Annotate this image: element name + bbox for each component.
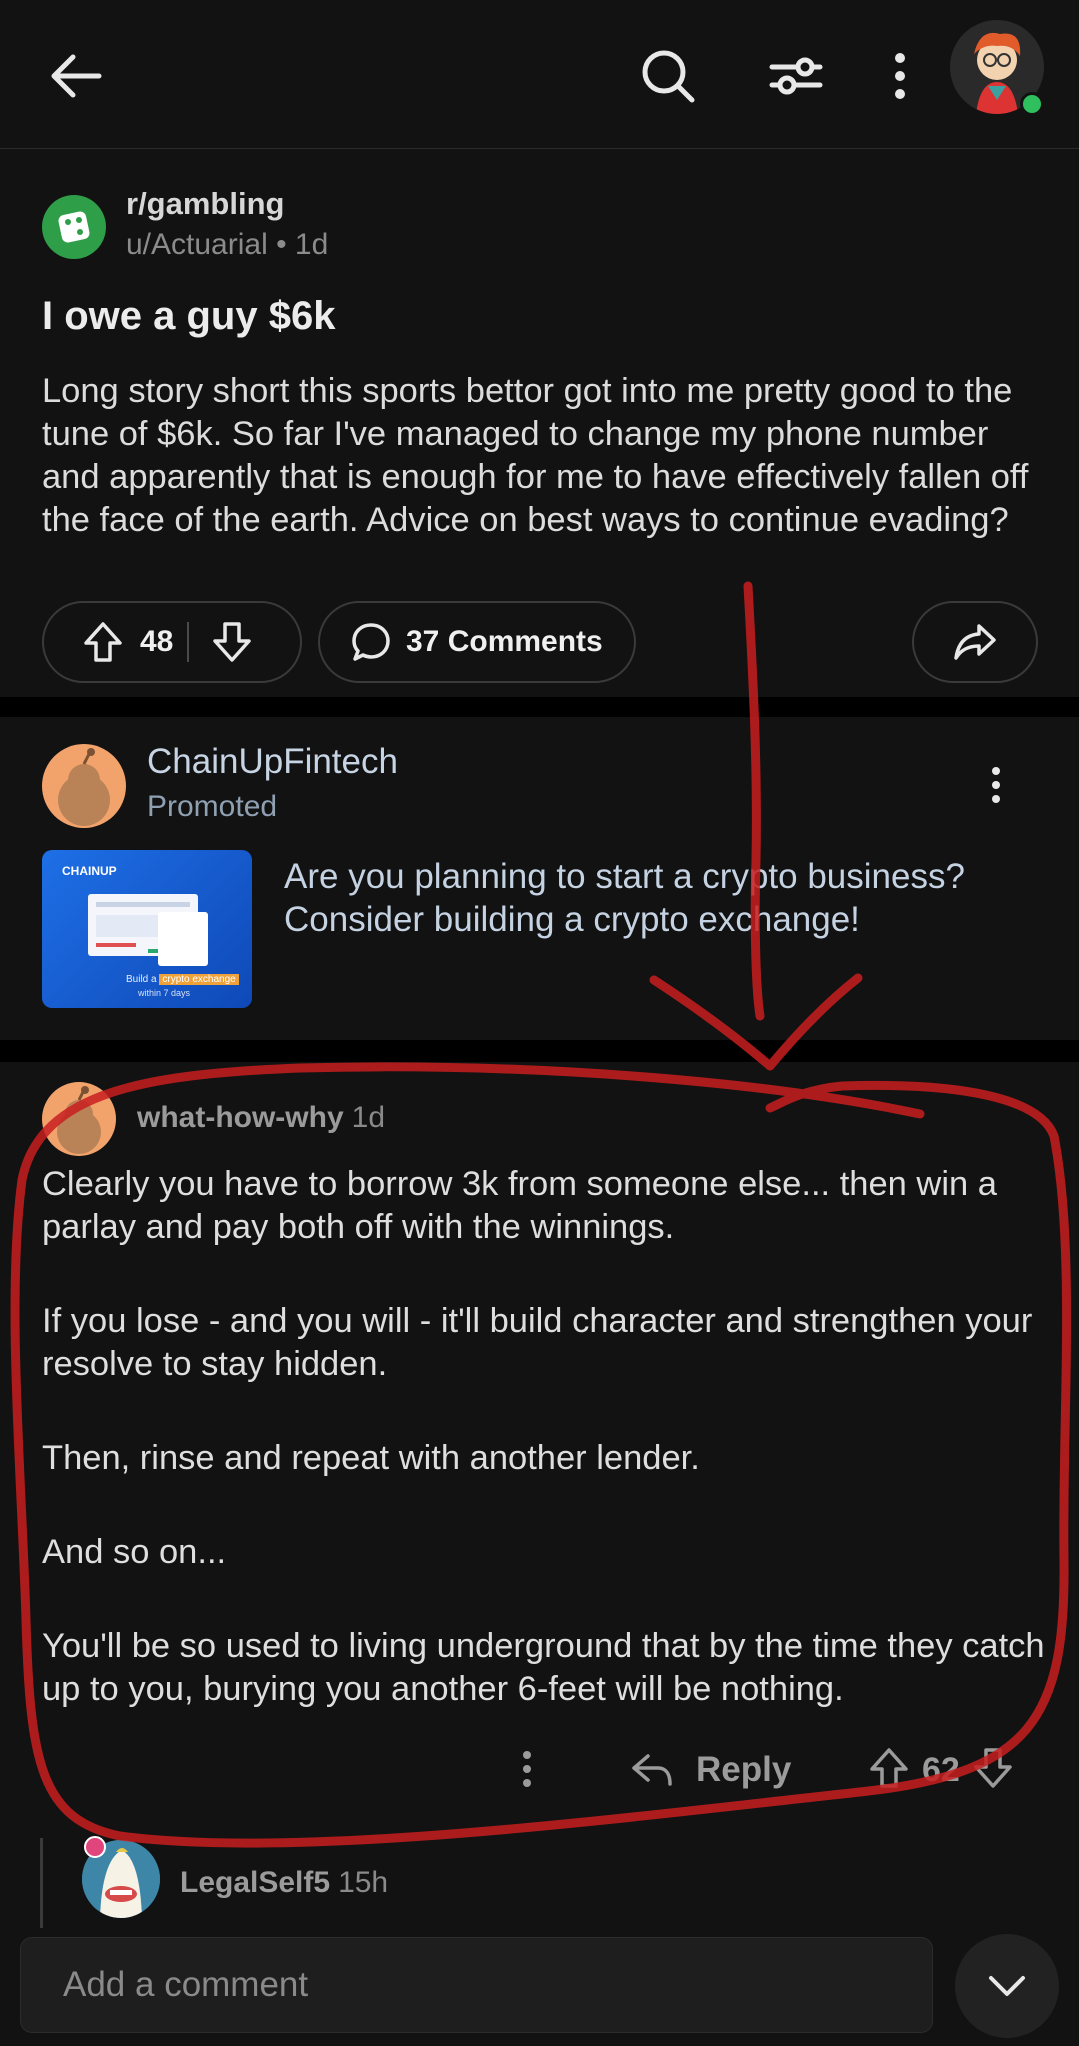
chevron-down-icon: [989, 1976, 1025, 1996]
post-title: I owe a guy $6k: [42, 294, 336, 338]
comment-body: Clearly you have to borrow 3k from someo…: [42, 1163, 1052, 1762]
share-icon: [954, 624, 996, 660]
comments-button[interactable]: 37 Comments: [318, 601, 636, 683]
top-bar: [0, 0, 1079, 149]
ad-thumb-panel: [158, 912, 208, 966]
section-divider: [0, 1040, 1079, 1062]
reply-author: LegalSelf5 15h: [180, 1866, 388, 1900]
post-upvote-button[interactable]: [72, 621, 134, 663]
ad-promoted-label: Promoted: [147, 790, 278, 823]
post-downvote-button[interactable]: [201, 621, 263, 663]
ad-avatar[interactable]: [42, 744, 126, 828]
snoo-avatar-icon: [58, 748, 110, 826]
comment-reply-button[interactable]: Reply: [630, 1740, 791, 1800]
ad-thumbnail[interactable]: CHAINUP Build a crypto exchange within 7…: [42, 850, 252, 1008]
comments-count-label: 37 Comments: [406, 625, 603, 658]
dice-icon: [58, 211, 90, 243]
share-button[interactable]: [912, 601, 1038, 683]
ad-thumb-caption-2: within 7 days: [138, 988, 191, 998]
more-vertical-icon: [895, 53, 905, 99]
back-button[interactable]: [36, 40, 116, 112]
reply-author-name[interactable]: LegalSelf5: [180, 1866, 330, 1899]
comment-author-avatar[interactable]: [42, 1082, 116, 1156]
reply-label: Reply: [696, 1750, 792, 1789]
post-author[interactable]: u/Actuarial: [126, 228, 268, 261]
comment-downvote-button[interactable]: [972, 1747, 1014, 1794]
upvote-icon: [84, 622, 122, 662]
comment-upvote-button[interactable]: [868, 1747, 910, 1794]
post-age: • 1d: [276, 228, 329, 261]
upvote-icon: [870, 1747, 908, 1788]
ad-advertiser-name[interactable]: ChainUpFintech: [147, 742, 398, 782]
comment-age: 1d: [351, 1101, 386, 1134]
comment-vote-bar: 62: [868, 1740, 1014, 1800]
comment-paragraph: Clearly you have to borrow 3k from someo…: [42, 1165, 997, 1246]
ad-more-button[interactable]: [978, 760, 1014, 810]
collapse-button[interactable]: [955, 1934, 1059, 2038]
comment-paragraph: You'll be so used to living underground …: [42, 1627, 1045, 1708]
post-vote-bar: 48: [42, 601, 302, 683]
more-options-button[interactable]: [872, 38, 928, 114]
red-arrow-shaft: [743, 581, 765, 1021]
badge-icon: [84, 1836, 106, 1858]
reply-arrow-icon: [632, 1754, 672, 1786]
subreddit-name[interactable]: r/gambling: [126, 186, 284, 222]
ad-headline[interactable]: Are you planning to start a crypto busin…: [284, 855, 1044, 941]
vote-divider: [187, 622, 190, 662]
post-body: Long story short this sports bettor got …: [42, 372, 1029, 539]
more-vertical-icon: [992, 767, 1000, 803]
sort-filter-icon: [769, 57, 823, 95]
online-status-dot: [1020, 92, 1044, 116]
post-vote-count: 48: [140, 625, 174, 658]
back-arrow-icon: [51, 54, 102, 98]
more-vertical-icon: [523, 1751, 531, 1787]
search-icon: [642, 50, 695, 103]
add-comment-placeholder: Add a comment: [63, 1965, 309, 2004]
comment-author: what-how-why 1d: [137, 1101, 385, 1135]
ad-thumb-brand: CHAINUP: [62, 864, 117, 878]
ad-thumb-caption: Build a crypto exchange: [126, 974, 239, 985]
thread-line: [40, 1838, 43, 1928]
search-button[interactable]: [630, 38, 706, 114]
comment-paragraph: If you lose - and you will - it'll build…: [42, 1302, 1033, 1383]
downvote-icon: [213, 622, 252, 662]
comment-paragraph: Then, rinse and repeat with another lend…: [42, 1439, 700, 1477]
section-divider: [0, 697, 1079, 717]
subreddit-avatar[interactable]: [42, 195, 106, 259]
comment-vote-count: 62: [922, 1750, 960, 1789]
snoo-avatar-icon: [57, 1086, 101, 1154]
post-meta: u/Actuarial • 1d: [126, 228, 328, 262]
downvote-icon: [974, 1747, 1012, 1788]
add-comment-input[interactable]: Add a comment: [20, 1937, 933, 2033]
sort-filter-button[interactable]: [758, 38, 834, 114]
reply-age: 15h: [338, 1866, 389, 1899]
comment-author-name[interactable]: what-how-why: [137, 1101, 344, 1134]
comment-more-button[interactable]: [512, 1744, 542, 1794]
comment-paragraph: And so on...: [42, 1533, 227, 1571]
comment-bubble-icon: [352, 623, 390, 661]
